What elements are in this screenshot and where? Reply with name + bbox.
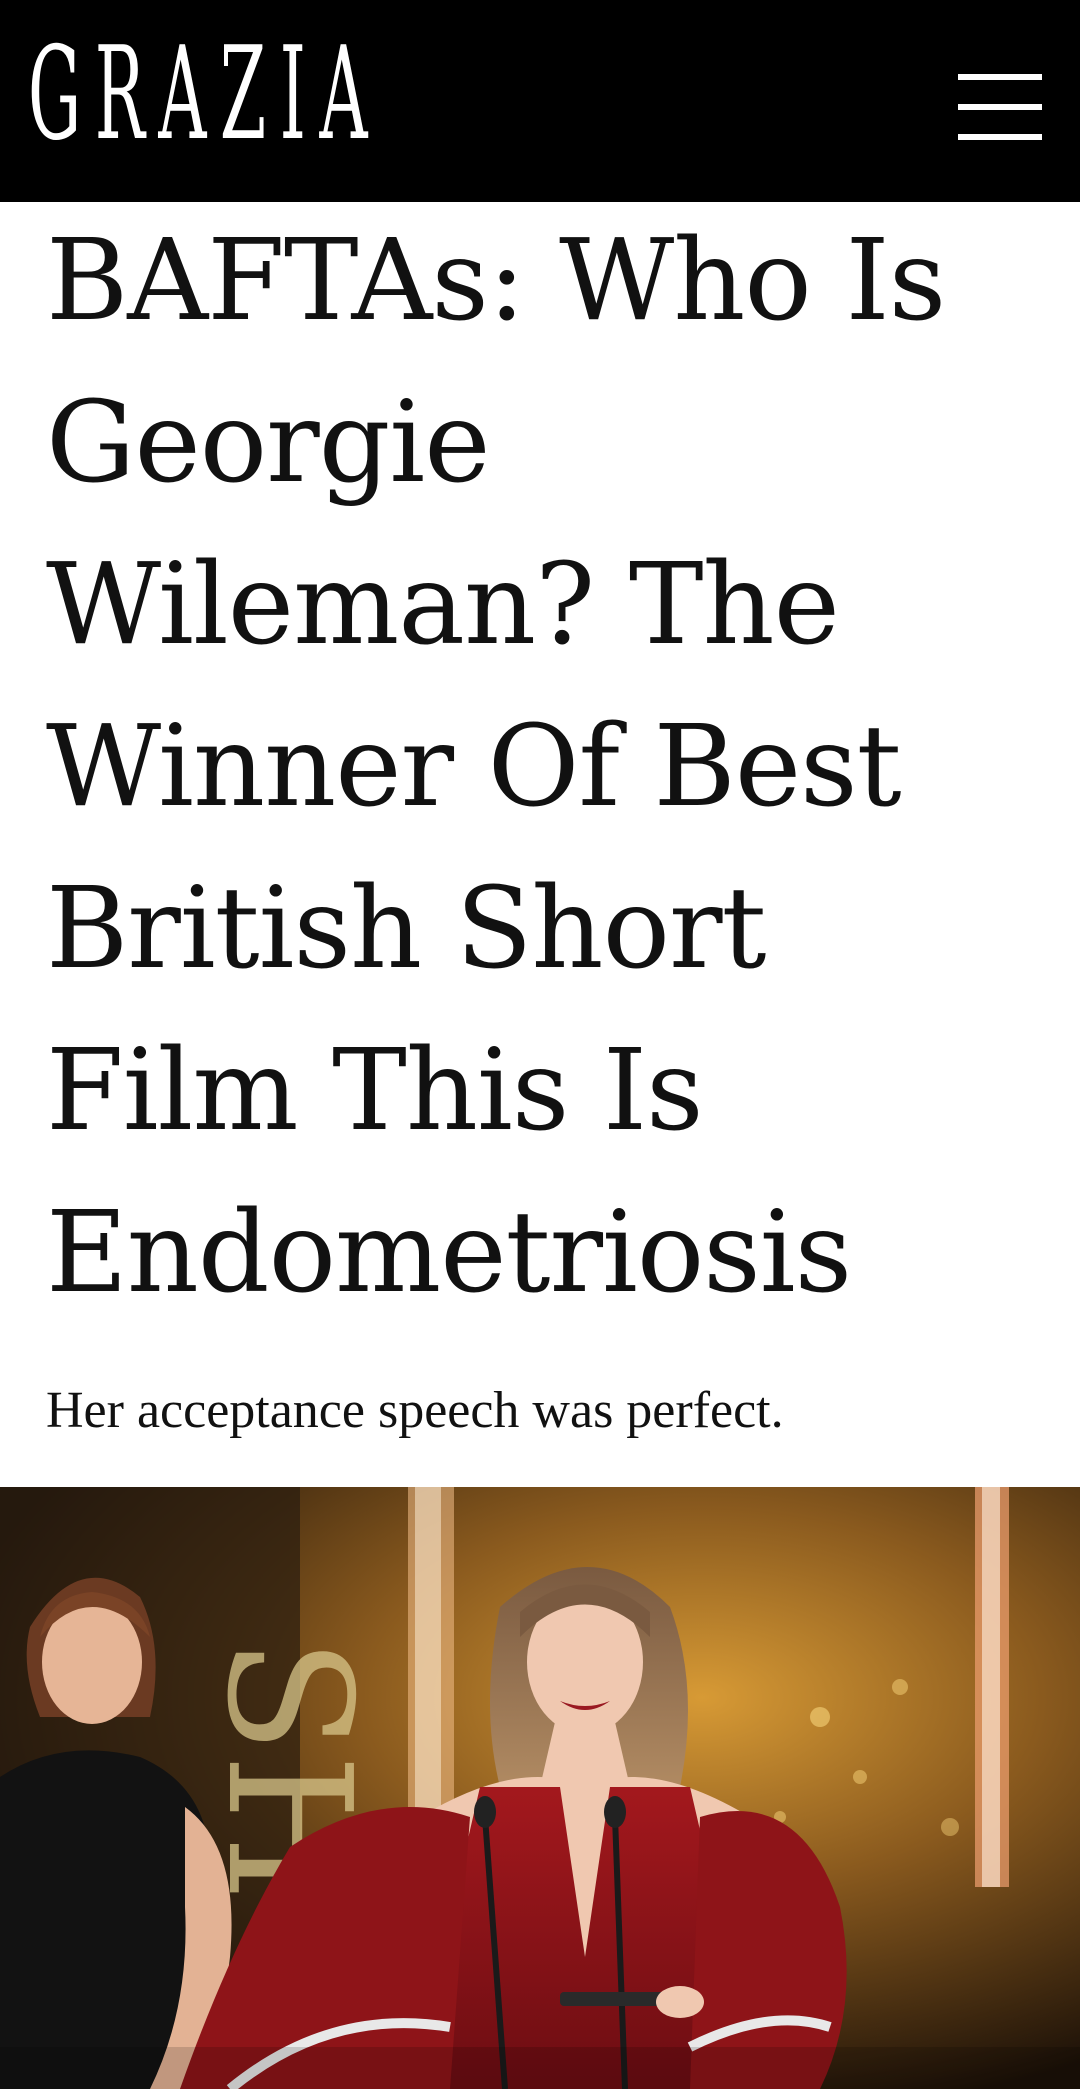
menu-line: [958, 74, 1042, 80]
menu-line: [958, 104, 1042, 110]
hamburger-menu-icon[interactable]: [958, 72, 1046, 142]
hero-photo-illustration: SH: [0, 1487, 1080, 2089]
site-logo[interactable]: GRAZIA: [28, 30, 381, 160]
hero-image[interactable]: SH: [0, 1487, 1080, 2089]
article-headline: BAFTAs: Who Is Georgie Wileman? The Winn…: [46, 216, 946, 1318]
article-standfirst: Her acceptance speech was perfect.: [46, 1382, 784, 1439]
menu-line: [958, 134, 1042, 140]
site-header: GRAZIA: [0, 0, 1080, 202]
